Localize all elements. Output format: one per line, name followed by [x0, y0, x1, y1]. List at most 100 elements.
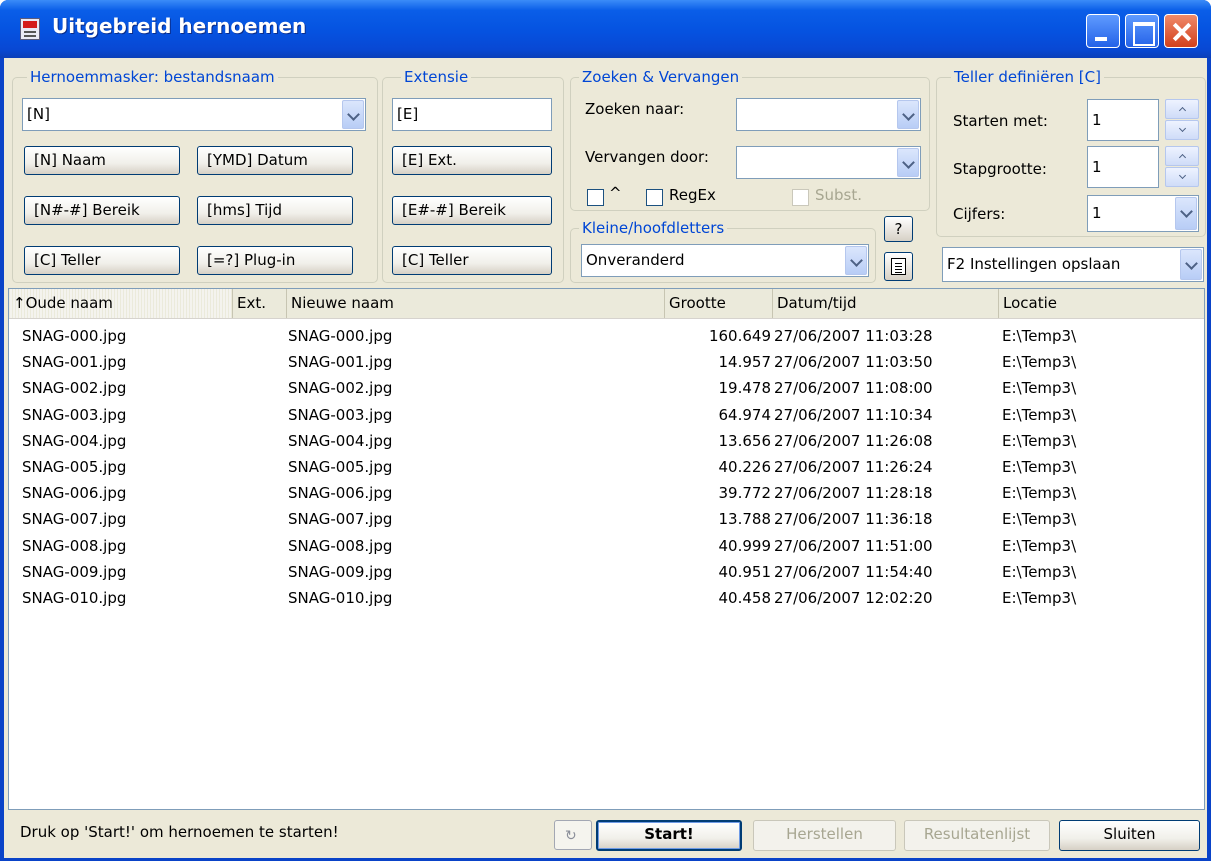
location-cell: E:\Temp3\	[1002, 562, 1077, 581]
window-title: Uitgebreid hernoemen	[52, 14, 307, 38]
column-ext[interactable]: Ext.	[233, 289, 287, 318]
insert-ext-range-button[interactable]: [E#-#] Bereik	[392, 196, 552, 225]
title-bar[interactable]: Uitgebreid hernoemen	[0, 0, 1211, 58]
chevron-down-icon[interactable]	[342, 100, 364, 129]
location-cell: E:\Temp3\	[1002, 536, 1077, 555]
sort-arrow-icon: ↑	[13, 294, 26, 312]
new-name-cell: SNAG-001.jpg	[288, 353, 393, 372]
mask-input[interactable]: [N]	[22, 98, 366, 131]
size-cell: 64.974	[718, 405, 772, 424]
help-button[interactable]: ?	[884, 216, 913, 242]
insert-ext-button[interactable]: [E] Ext.	[392, 146, 552, 175]
search-replace-group: Zoeken & Vervangen Zoeken naar: Vervange…	[570, 68, 930, 211]
settings-select[interactable]: F2 Instellingen opslaan	[942, 247, 1204, 282]
refresh-button[interactable]: ↻	[554, 820, 592, 850]
insert-plugin-button[interactable]: [=?] Plug-in	[197, 246, 353, 275]
chevron-down-icon[interactable]	[897, 148, 919, 177]
spin-down-icon[interactable]	[1165, 167, 1199, 187]
chevron-down-icon[interactable]	[1180, 249, 1202, 280]
find-input[interactable]	[736, 98, 921, 131]
table-row[interactable]: SNAG-003.jpg SNAG-003.jpg 64.974 27/06/2007…	[9, 402, 1204, 428]
app-icon	[20, 18, 40, 40]
step-value: 1	[1092, 158, 1102, 176]
column-ext-label: Ext.	[237, 294, 267, 312]
column-location[interactable]: Locatie	[999, 289, 1204, 318]
size-cell: 40.458	[718, 588, 772, 607]
table-row[interactable]: SNAG-007.jpg SNAG-007.jpg 13.788 27/06/2007…	[9, 506, 1204, 532]
table-row[interactable]: SNAG-010.jpg SNAG-010.jpg 40.458 27/06/2007…	[9, 585, 1204, 611]
step-input[interactable]: 1	[1087, 146, 1159, 188]
column-date[interactable]: Datum/tijd	[773, 289, 999, 318]
old-name-cell: SNAG-004.jpg	[22, 431, 127, 450]
table-row[interactable]: SNAG-002.jpg SNAG-002.jpg 19.478 27/06/2007…	[9, 375, 1204, 401]
date-cell: 27/06/2007 12:02:20	[774, 588, 933, 607]
new-name-cell: SNAG-004.jpg	[288, 431, 393, 450]
old-name-cell: SNAG-003.jpg	[22, 405, 127, 424]
table-row[interactable]: SNAG-008.jpg SNAG-008.jpg 40.999 27/06/2007…	[9, 533, 1204, 559]
column-size[interactable]: Grootte	[665, 289, 773, 318]
table-row[interactable]: SNAG-009.jpg SNAG-009.jpg 40.951 27/06/2007…	[9, 559, 1204, 585]
location-cell: E:\Temp3\	[1002, 353, 1077, 372]
new-name-cell: SNAG-007.jpg	[288, 510, 393, 529]
extension-group: Extensie [E] [E] Ext. [E#-#] Bereik [C] …	[382, 68, 564, 283]
new-name-cell: SNAG-005.jpg	[288, 457, 393, 476]
location-cell: E:\Temp3\	[1002, 431, 1077, 450]
start-label: Starten met:	[953, 112, 1048, 130]
insert-date-button[interactable]: [YMD] Datum	[197, 146, 353, 175]
old-name-cell: SNAG-007.jpg	[22, 510, 127, 529]
column-old-name[interactable]: ↑Oude naam	[9, 289, 233, 318]
results-list-button[interactable]: Resultatenlijst	[904, 820, 1050, 851]
size-cell: 40.999	[718, 536, 772, 555]
table-row[interactable]: SNAG-004.jpg SNAG-004.jpg 13.656 27/06/2007…	[9, 428, 1204, 454]
insert-name-button[interactable]: [N] Naam	[24, 146, 180, 175]
close-button[interactable]: Sluiten	[1059, 820, 1200, 851]
new-name-cell: SNAG-010.jpg	[288, 588, 393, 607]
size-cell: 39.772	[718, 484, 772, 503]
size-cell: 14.957	[718, 353, 772, 372]
close-window-button[interactable]	[1164, 14, 1198, 48]
insert-name-range-button[interactable]: [N#-#] Bereik	[24, 196, 180, 225]
column-new-name[interactable]: Nieuwe naam	[287, 289, 665, 318]
find-label: Zoeken naar:	[585, 100, 685, 118]
insert-ext-counter-button[interactable]: [C] Teller	[392, 246, 552, 275]
maximize-button[interactable]	[1125, 14, 1159, 48]
start-spinner[interactable]	[1165, 99, 1199, 141]
regex-checkbox[interactable]	[646, 189, 663, 206]
minimize-button[interactable]	[1086, 14, 1120, 48]
case-group-label: Kleine/hoofdletters	[579, 219, 728, 237]
chevron-down-icon[interactable]	[897, 100, 919, 129]
file-list[interactable]: ↑Oude naam Ext. Nieuwe naam Grootte Datu…	[8, 288, 1205, 810]
restore-button[interactable]: Herstellen	[753, 820, 896, 851]
spin-up-icon[interactable]	[1165, 146, 1199, 166]
start-button[interactable]: Start!	[596, 820, 742, 851]
date-cell: 27/06/2007 11:36:18	[774, 510, 933, 529]
table-row[interactable]: SNAG-000.jpg SNAG-000.jpg 160.649 27/06/200…	[9, 323, 1204, 349]
counter-group: Teller definiëren [C] Starten met: 1 Sta…	[936, 68, 1206, 237]
spin-down-icon[interactable]	[1165, 120, 1199, 140]
case-sensitive-checkbox[interactable]	[587, 189, 604, 206]
table-row[interactable]: SNAG-006.jpg SNAG-006.jpg 39.772 27/06/2007…	[9, 480, 1204, 506]
step-spinner[interactable]	[1165, 146, 1199, 188]
digits-select[interactable]: 1	[1087, 195, 1199, 232]
mask-group: Hernoemmasker: bestandsnaam [N] [N] Naam…	[12, 68, 378, 283]
insert-counter-button[interactable]: [C] Teller	[24, 246, 180, 275]
spin-up-icon[interactable]	[1165, 99, 1199, 119]
date-cell: 27/06/2007 11:54:40	[774, 562, 933, 581]
chevron-down-icon[interactable]	[1175, 197, 1197, 230]
refresh-icon: ↻	[565, 828, 577, 844]
table-row[interactable]: SNAG-005.jpg SNAG-005.jpg 40.226 27/06/2007…	[9, 454, 1204, 480]
chevron-down-icon[interactable]	[845, 246, 867, 275]
subst-checkbox[interactable]	[792, 189, 809, 206]
date-cell: 27/06/2007 11:03:28	[774, 327, 933, 345]
counter-group-label: Teller definiëren [C]	[951, 68, 1104, 86]
replace-input[interactable]	[736, 146, 921, 179]
options-button[interactable]	[884, 252, 913, 281]
search-replace-group-label: Zoeken & Vervangen	[579, 68, 743, 86]
extension-input[interactable]: [E]	[392, 98, 552, 131]
case-select[interactable]: Onveranderd	[581, 244, 869, 277]
start-input[interactable]: 1	[1087, 99, 1159, 141]
insert-time-button[interactable]: [hms] Tijd	[197, 196, 353, 225]
table-row[interactable]: SNAG-001.jpg SNAG-001.jpg 14.957 27/06/2007…	[9, 349, 1204, 375]
old-name-cell: SNAG-001.jpg	[22, 353, 127, 372]
replace-label: Vervangen door:	[585, 148, 709, 166]
